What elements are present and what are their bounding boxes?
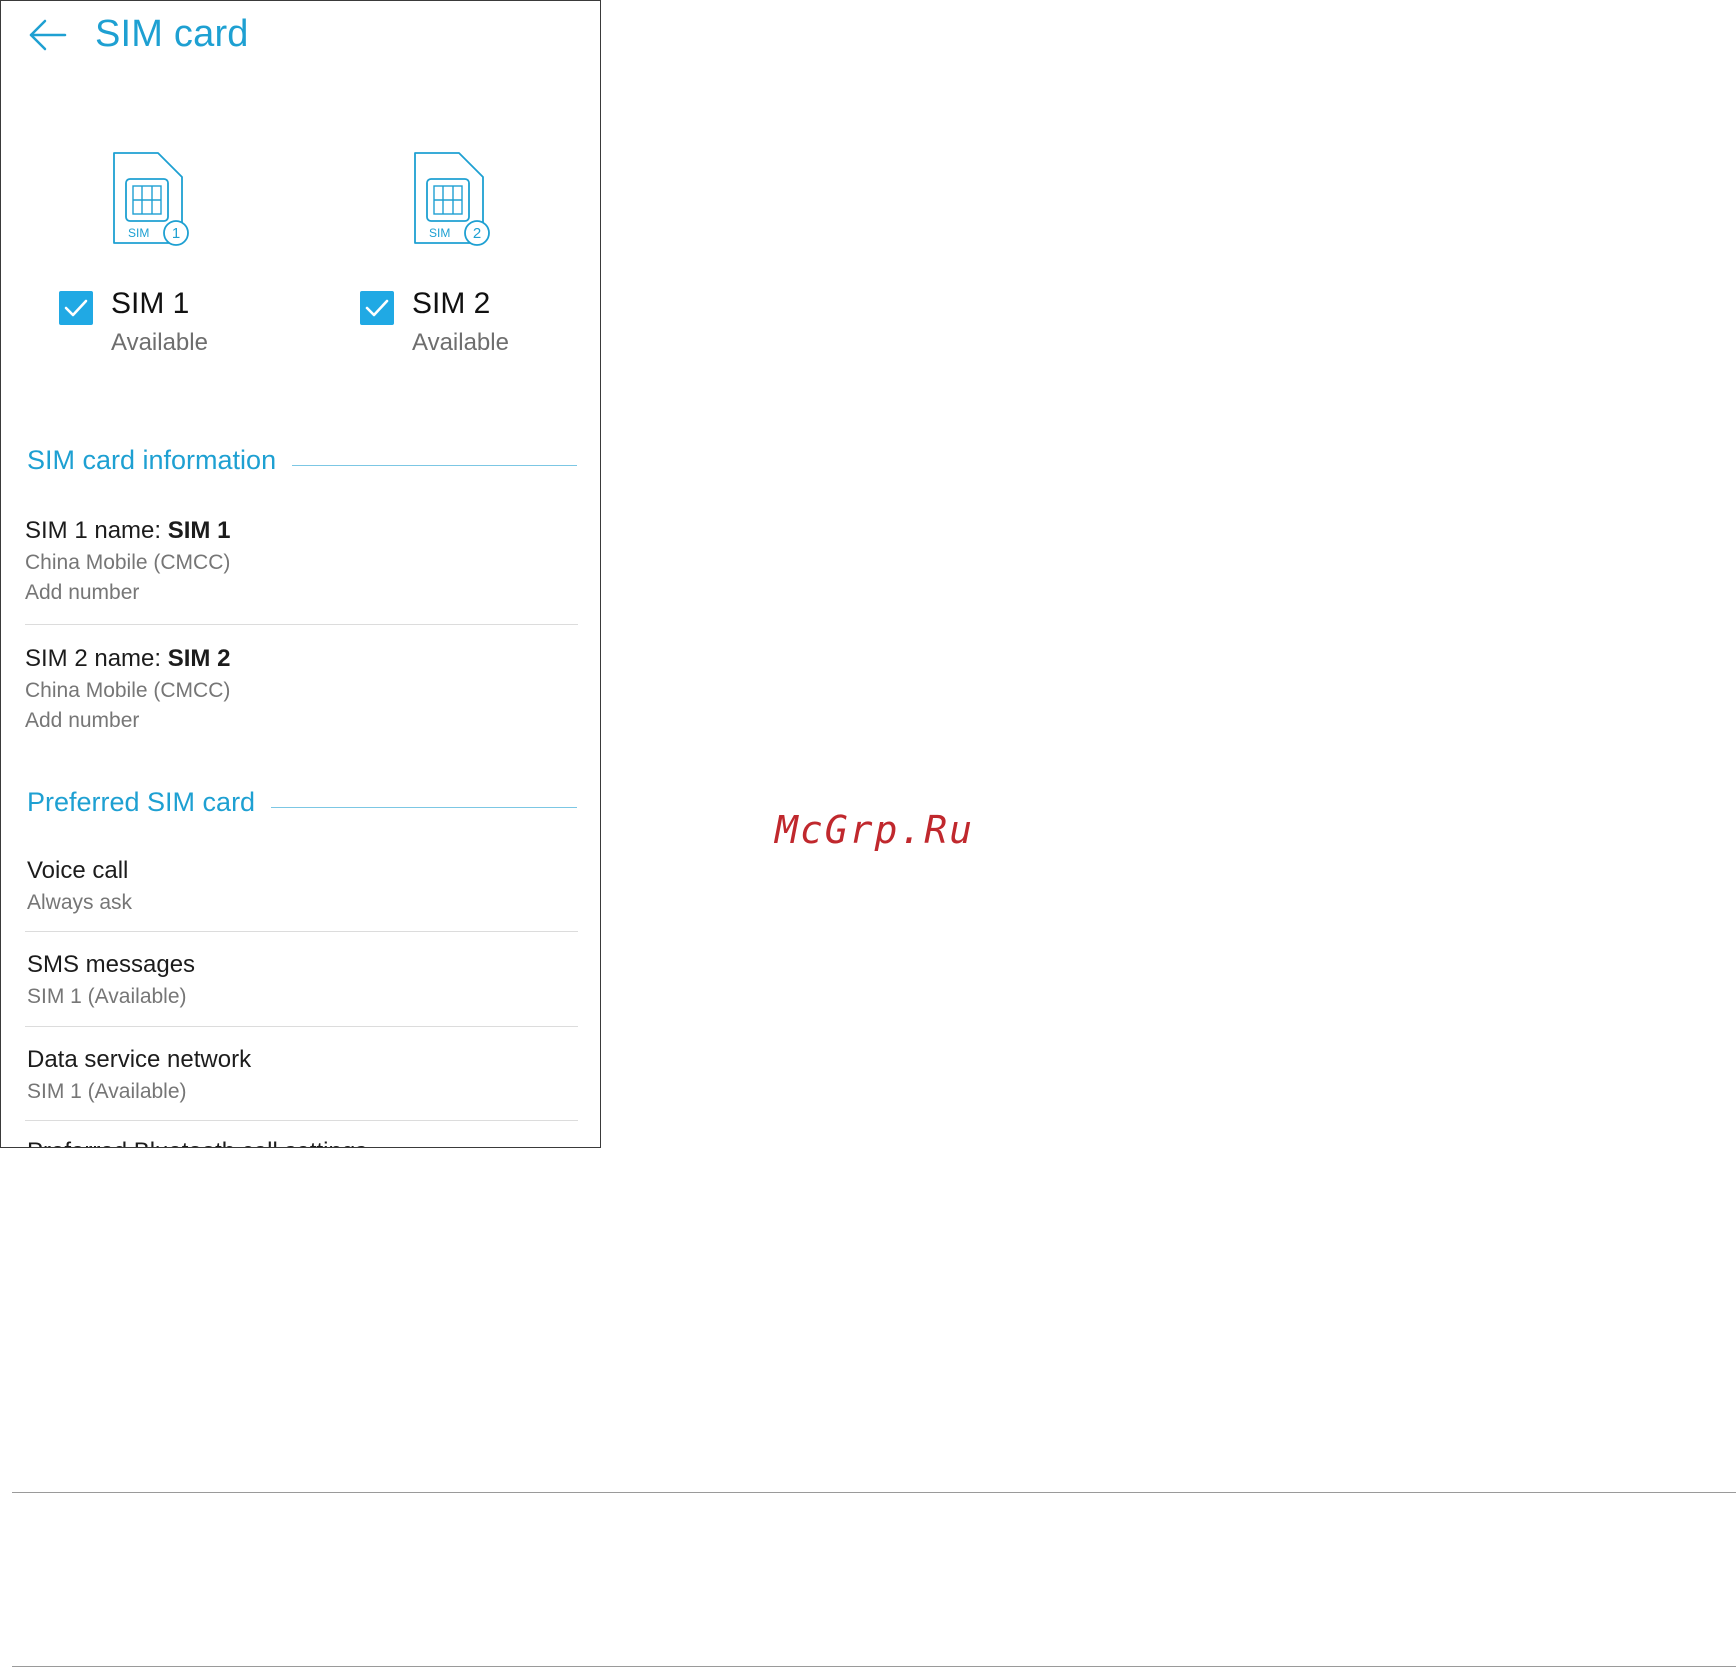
pref-title: Data service network [27,1046,252,1073]
sim-2-info-item[interactable]: SIM 2 name: SIM 2 China Mobile (CMCC) Ad… [25,642,578,736]
section-header-sim-info: SIM card information [27,445,577,485]
page-divider-line [12,1666,1736,1667]
pref-bluetooth-call-settings[interactable]: Preferred Bluetooth call settings [27,1135,578,1147]
sim-slot-1: SIM 1 SIM 1 Available [51,141,331,371]
sim-1-info-item[interactable]: SIM 1 name: SIM 1 China Mobile (CMCC) Ad… [25,514,578,608]
sim-name-value: SIM 2 [167,645,231,672]
back-button[interactable] [23,11,73,61]
checkmark-icon [64,299,88,317]
pref-title: Voice call [27,857,129,884]
arrow-left-icon [29,19,67,51]
sim-icon-number: 1 [172,225,180,242]
phone-screen: SIM card SIM 1 SIM 1 Available SIM 2 SIM… [0,0,601,1148]
sim-card-icon: SIM 1 [113,152,189,246]
sim-2-label: SIM 2 [412,287,491,320]
sim-icon-label: SIM [429,226,450,240]
list-divider [25,624,578,625]
pref-value: Always ask [27,891,133,914]
pref-title: Preferred Bluetooth call settings [27,1135,578,1147]
sim-carrier: China Mobile (CMCC) [25,551,231,574]
section-header-preferred: Preferred SIM card [27,787,577,827]
sim-2-status: Available [412,329,509,356]
pref-value: SIM 1 (Available) [27,1080,187,1103]
sim-add-number: Add number [25,581,140,604]
sim-2-checkbox[interactable] [360,291,394,325]
pref-voice-call[interactable]: Voice call Always ask [27,854,578,918]
pref-data-service-network[interactable]: Data service network SIM 1 (Available) [27,1043,578,1107]
sim-icon-label: SIM [128,226,149,240]
sim-1-label: SIM 1 [111,287,190,320]
pref-sms-messages[interactable]: SMS messages SIM 1 (Available) [27,948,578,1012]
sim-carrier: China Mobile (CMCC) [25,679,231,702]
sim-name-value: SIM 1 [167,517,231,544]
page-title: SIM card [95,13,249,55]
sim-card-icon: SIM 2 [414,152,490,246]
checkmark-icon [365,299,389,317]
page-divider-line [12,1492,1736,1493]
watermark-text: McGrp.Ru [775,808,975,852]
sim-name-prefix: SIM 1 name: [25,517,168,544]
sim-add-number: Add number [25,709,140,732]
sim-icon-number: 2 [473,225,481,242]
pref-title: SMS messages [27,951,196,978]
section-title: SIM card information [27,445,293,476]
list-divider [25,1120,578,1121]
app-bar: SIM card [1,1,600,81]
pref-value: SIM 1 (Available) [27,985,187,1008]
sim-1-checkbox[interactable] [59,291,93,325]
sim-name-prefix: SIM 2 name: [25,645,168,672]
list-divider [25,1026,578,1027]
sim-1-status: Available [111,329,208,356]
list-divider [25,931,578,932]
sim-name-line: SIM 1 name: SIM 1 [25,514,578,548]
sim-slot-2: SIM 2 SIM 2 Available [352,141,600,371]
section-title: Preferred SIM card [27,787,272,818]
sim-name-line: SIM 2 name: SIM 2 [25,642,578,676]
